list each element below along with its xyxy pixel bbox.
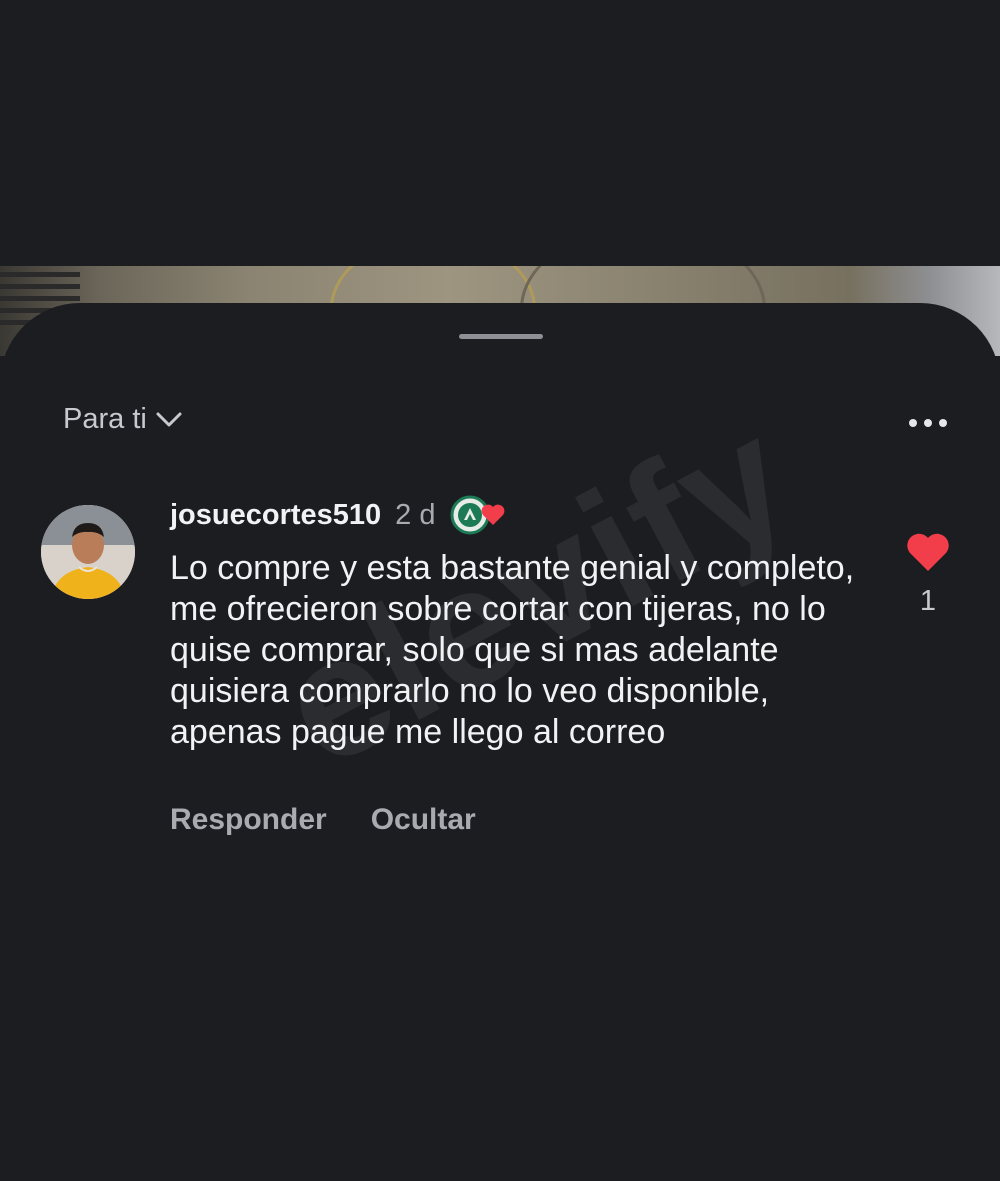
like-button[interactable]: 1 [902,531,954,618]
like-count: 1 [919,585,937,617]
comment-text: Lo compre y esta bastante genial y compl… [170,549,855,751]
more-options-button[interactable] [900,411,956,435]
drag-handle[interactable] [459,334,543,339]
hide-button[interactable]: Ocultar [371,803,476,837]
username[interactable]: josuecortes510 [170,499,381,532]
more-horizontal-icon [909,419,917,427]
creator-liked-badge [450,495,506,535]
avatar[interactable] [41,505,135,599]
reply-button[interactable]: Responder [170,803,327,837]
comments-sheet: elevify Para ti josuecortes510 2 d Lo co… [0,303,1000,1181]
sort-filter-dropdown[interactable]: Para ti [63,403,183,436]
comment-actions: Responder Ocultar [170,803,476,837]
heart-icon [481,504,504,525]
screen: elevify Para ti josuecortes510 2 d Lo co… [0,0,1000,1181]
comment-time: 2 d [395,498,436,531]
chevron-down-icon [156,412,182,426]
comment-header: josuecortes510 2 d [170,495,506,535]
filter-label: Para ti [63,403,147,435]
heart-icon [907,533,949,571]
